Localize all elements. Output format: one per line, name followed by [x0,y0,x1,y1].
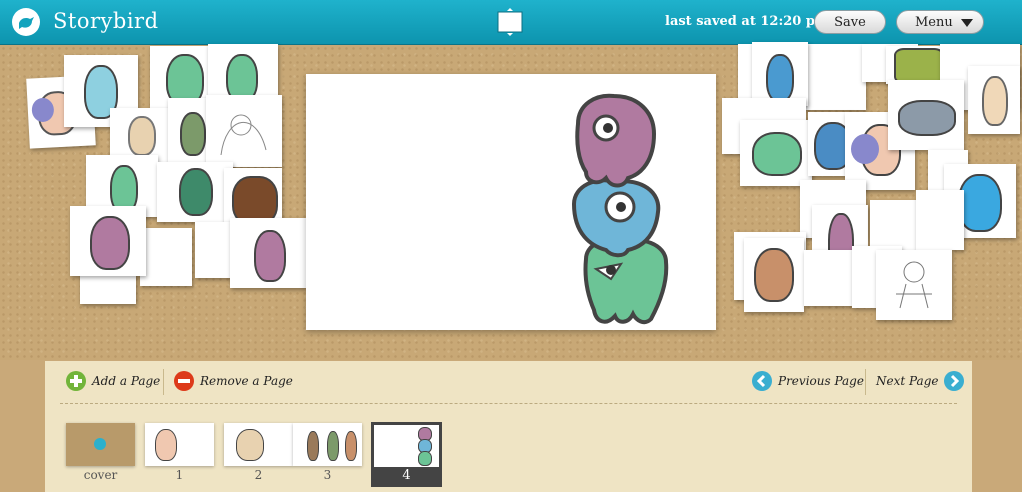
page-thumbnail-4-selected[interactable]: 4 [371,422,442,487]
menu-label: Menu [915,15,953,30]
page-thumbnail-2[interactable] [224,423,293,466]
fullscreen-frame-icon[interactable] [495,8,525,36]
page-label: 1 [175,468,184,482]
art-card[interactable] [140,228,192,286]
remove-page-button[interactable]: Remove a Page [174,371,293,391]
art-card[interactable] [110,108,170,162]
page-label: 4 [402,468,411,483]
page-canvas[interactable] [306,74,716,330]
art-card[interactable] [157,162,233,222]
caret-down-icon [961,19,973,27]
art-card[interactable] [804,250,852,306]
add-page-label: Add a Page [92,374,161,388]
art-card[interactable] [876,250,952,320]
page-label: 3 [323,468,332,482]
panel-separator [60,403,957,404]
top-bar: Storybird last saved at 12:20 pm Save Me… [0,0,1022,45]
storybird-logo-icon[interactable] [12,8,40,36]
save-button[interactable]: Save [814,10,886,34]
monster-stack-illustration [571,93,669,325]
plus-icon [66,371,86,391]
art-card[interactable] [752,42,808,106]
art-card[interactable] [806,44,866,110]
art-card[interactable] [230,218,306,288]
previous-page-label: Previous Page [778,374,864,388]
add-page-button[interactable]: Add a Page [66,371,160,391]
art-card[interactable] [916,190,964,250]
divider [865,369,866,395]
art-card[interactable] [70,206,146,276]
chevron-right-icon [944,371,965,391]
page-thumbnail-cover[interactable] [66,423,135,466]
art-card[interactable] [968,66,1020,134]
page-thumbnail-3[interactable] [293,423,362,466]
menu-button[interactable]: Menu [896,10,984,34]
previous-page-button[interactable]: Previous Page [752,371,864,391]
art-card[interactable] [206,95,282,167]
art-card[interactable] [744,238,804,312]
chevron-left-icon [752,371,772,391]
page-thumbnail-1[interactable] [145,423,214,466]
divider [163,369,164,395]
minus-icon [174,371,194,391]
next-page-label: Next Page [876,374,939,388]
art-card[interactable] [888,80,964,150]
remove-page-label: Remove a Page [200,374,293,388]
last-saved-status: last saved at 12:20 pm [665,14,829,29]
art-card[interactable] [740,120,812,186]
brand-name[interactable]: Storybird [53,9,159,33]
page-label: cover [83,468,118,482]
page-label: 2 [254,468,263,482]
next-page-button[interactable]: Next Page [876,371,970,391]
storybird-logo-icon [94,438,106,450]
